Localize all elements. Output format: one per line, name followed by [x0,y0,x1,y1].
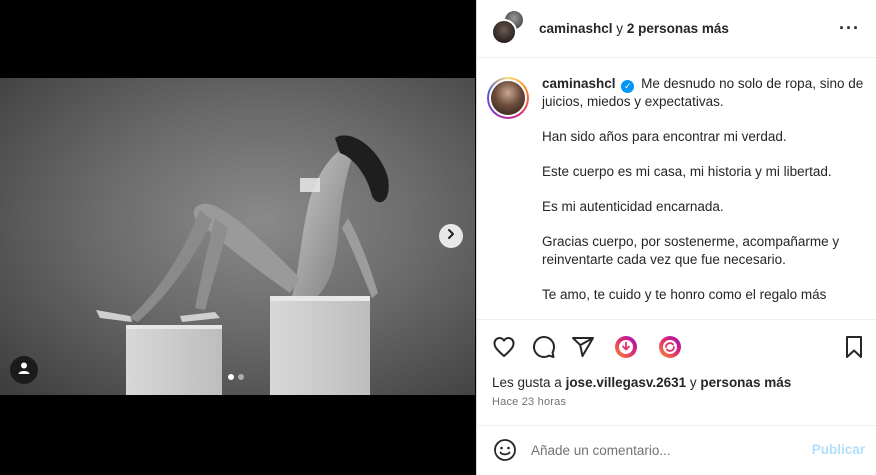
caption-paragraph: caminashcl ✓ Me desnudo no solo de ropa,… [542,75,872,111]
header-collaborators[interactable]: 2 personas más [627,21,729,36]
post-timestamp[interactable]: Hace 23 horas [492,396,566,408]
tagged-users-button[interactable] [10,356,38,384]
caption-scroll-area[interactable]: caminashcl ✓ Me desnudo no solo de ropa,… [477,59,876,319]
verified-badge-icon: ✓ [621,80,635,93]
caption-username[interactable]: caminashcl [542,76,616,91]
more-options-button[interactable]: ··· [839,19,860,37]
action-bar [477,319,876,379]
comment-input[interactable] [531,439,801,461]
likes-joiner: y [686,375,701,390]
caption-paragraph: Gracias cuerpo, por sostenerme, acompaña… [542,234,840,267]
more-horizontal-icon: ··· [839,18,860,38]
post-header: caminashcl y 2 personas más ··· [477,0,876,58]
caption-paragraph: Este cuerpo es mi casa, mi historia y mi… [542,164,832,179]
avatar [491,18,517,45]
post-media [0,0,475,475]
carousel-dot [238,374,244,380]
post-panel: caminashcl y 2 personas más ··· caminash… [476,0,876,475]
sticker-icon[interactable] [613,334,639,360]
carousel-indicator [228,374,244,380]
avatar [489,79,527,117]
header-joiner: y [612,21,627,36]
likes-summary: Les gusta a jose.villegasv.2631 y person… [492,375,791,390]
comment-bar: Publicar [477,425,876,475]
header-username[interactable]: caminashcl [539,21,613,36]
caption-paragraph: Han sido años para encontrar mi verdad. [542,129,787,144]
header-authors: caminashcl y 2 personas más [539,21,729,36]
post-photo[interactable] [0,78,475,395]
heart-icon[interactable] [491,334,517,360]
photo-illustration [96,135,389,395]
likes-prefix: Les gusta a [492,375,566,390]
remix-icon[interactable] [657,334,683,360]
chevron-right-icon [445,227,457,245]
bookmark-icon[interactable] [841,334,867,360]
caption-avatar[interactable] [487,77,529,119]
next-slide-button[interactable] [439,224,463,248]
emoji-icon [493,439,517,466]
caption-text: caminashcl ✓ Me desnudo no solo de ropa,… [542,75,872,304]
likes-user-link[interactable]: jose.villegasv.2631 [566,375,687,390]
emoji-button[interactable] [493,438,517,462]
carousel-dot-active [228,374,234,380]
caption-paragraph: Es mi autenticidad encarnada. [542,199,724,214]
caption-paragraph: Te amo, te cuido y te honro como el rega… [542,287,827,302]
header-avatars[interactable] [491,8,527,47]
share-icon[interactable] [570,334,596,360]
user-icon [17,361,31,380]
likes-others-link[interactable]: personas más [700,375,791,390]
comment-icon[interactable] [531,334,557,360]
publish-button[interactable]: Publicar [812,442,865,457]
